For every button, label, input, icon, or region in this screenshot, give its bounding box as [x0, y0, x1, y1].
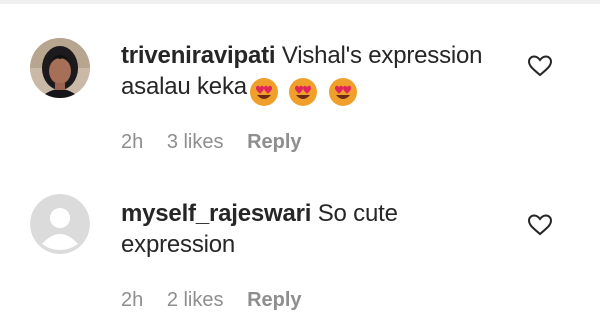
comment-item: triveniravipati Vishal's expression asal…: [0, 0, 600, 170]
comment-username[interactable]: triveniravipati: [121, 42, 276, 69]
comment-username[interactable]: myself_rajeswari: [121, 200, 311, 227]
avatar[interactable]: [30, 38, 90, 98]
comment-time[interactable]: 2h: [121, 289, 143, 311]
comment-meta: 2h 3 likes Reply: [121, 131, 320, 154]
comment-body: myself_rajeswari So cute expression: [121, 198, 511, 260]
heart-eyes-emoji: [328, 78, 357, 106]
heart-outline-icon[interactable]: [527, 54, 553, 78]
emoji-group: [249, 77, 361, 108]
reply-button[interactable]: Reply: [247, 289, 301, 311]
comment-item: myself_rajeswari So cute expression 2h 2…: [0, 170, 600, 323]
comment-body: triveniravipati Vishal's expression asal…: [121, 40, 511, 108]
heart-eyes-emoji: [289, 78, 318, 106]
profile-photo: [30, 38, 90, 98]
reply-button[interactable]: Reply: [247, 131, 301, 153]
heart-eyes-emoji: [249, 78, 278, 106]
comment-time[interactable]: 2h: [121, 131, 143, 153]
default-avatar: [30, 194, 90, 254]
comment-meta: 2h 2 likes Reply: [121, 289, 320, 312]
comment-likes[interactable]: 2 likes: [167, 289, 224, 311]
avatar[interactable]: [30, 194, 90, 254]
heart-outline-icon[interactable]: [527, 213, 553, 237]
comment-likes[interactable]: 3 likes: [167, 131, 224, 153]
